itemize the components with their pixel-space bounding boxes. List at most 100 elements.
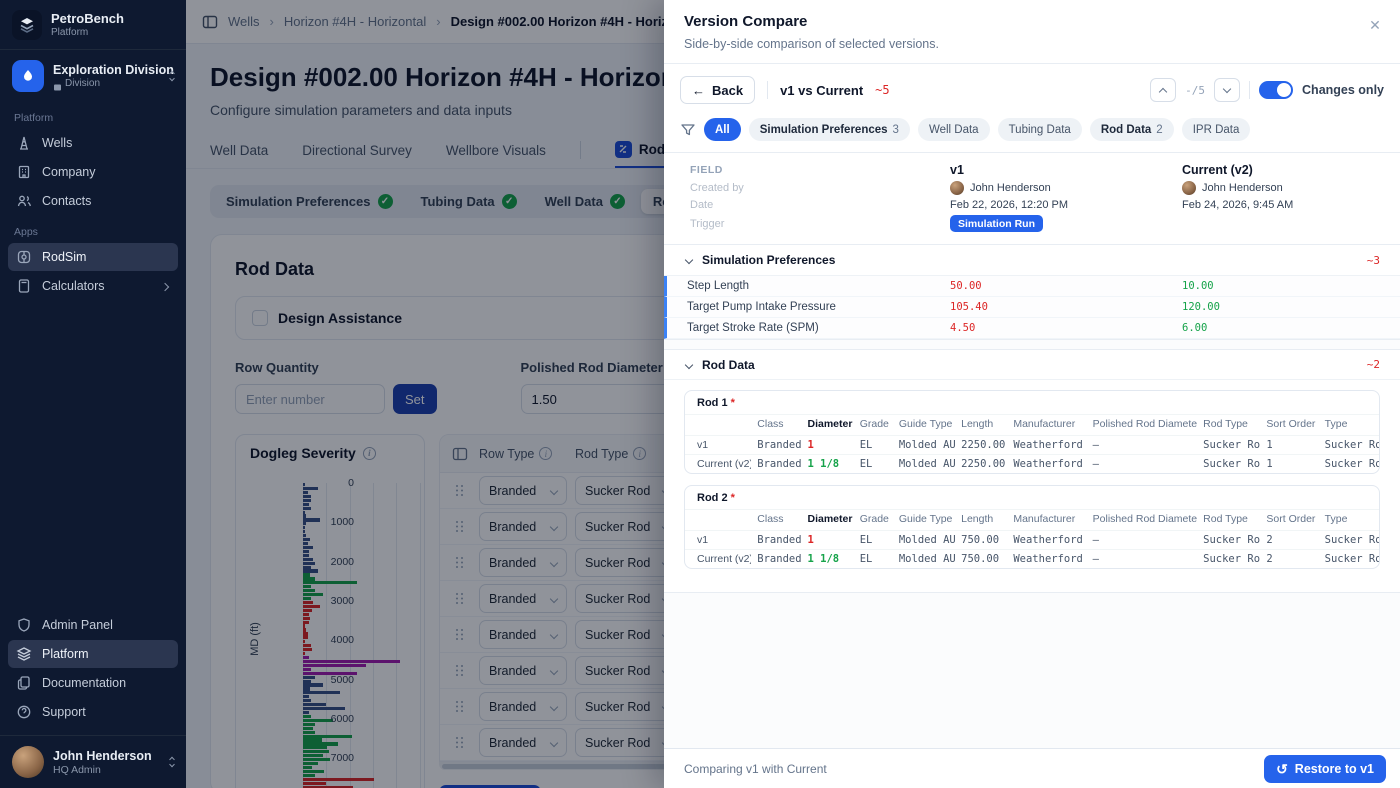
cell-value: 1: [801, 436, 853, 455]
org-name: Exploration Division: [53, 63, 174, 78]
cell-value: EL: [854, 455, 893, 474]
cell-value: Sucker Rod: [1197, 436, 1260, 455]
sidebar-item-company[interactable]: Company: [8, 158, 178, 186]
cell-value: 1 1/8: [801, 455, 853, 474]
sidebar-item-calculators[interactable]: Calculators: [8, 272, 178, 300]
sidebar-item-contacts[interactable]: Contacts: [8, 187, 178, 215]
cell-value: –: [1087, 436, 1197, 455]
cell-value: 750.00: [955, 550, 1007, 569]
rod-data-section: Rod Data ~2 Rod 1 *ClassDiameterGradeGui…: [664, 349, 1400, 593]
cell-value: Sucker Rod: [1197, 550, 1260, 569]
sidebar-item-admin-panel[interactable]: Admin Panel: [8, 611, 178, 639]
filter-pill-rod-data[interactable]: Rod Data 2: [1090, 118, 1174, 141]
restore-button[interactable]: ↺ Restore to v1: [1264, 755, 1386, 783]
cell-value: Sucker Rod: [1319, 550, 1379, 569]
cell-value: Weatherford: [1007, 531, 1086, 550]
simulation-preferences-section: Simulation Preferences ~3 Step Length50.…: [664, 245, 1400, 340]
new-value: 120.00: [1182, 301, 1400, 313]
filter-pill-tubing-data[interactable]: Tubing Data: [998, 118, 1082, 141]
org-sub: Division: [53, 78, 174, 89]
sidebar-nav: PlatformWellsCompanyContactsAppsRodSimCa…: [0, 102, 186, 301]
cell-value: Sucker Rod: [1197, 455, 1260, 474]
versions-compared-label: v1 vs Current: [780, 83, 863, 98]
table-row: Current (v2)Branded1 1/8ELMolded AU750.0…: [685, 550, 1379, 569]
changes-only-toggle[interactable]: [1259, 81, 1293, 99]
org-chevron-updown-icon: [170, 72, 174, 81]
filter-pill-well-data[interactable]: Well Data: [918, 118, 990, 141]
avatar: [1182, 181, 1196, 195]
filter-pill-label: Well Data: [929, 124, 979, 136]
brand-sub: Platform: [51, 27, 124, 38]
cell-value: Weatherford: [1007, 436, 1086, 455]
panel-title: Version Compare: [684, 13, 1380, 30]
sidebar-item-platform[interactable]: Platform: [8, 640, 178, 668]
change-row: Target Stroke Rate (SPM)4.506.00: [664, 318, 1400, 339]
cell-value: Sucker Rod: [1319, 455, 1379, 474]
cell-value: Sucker Rod: [1319, 436, 1379, 455]
sidebar-item-documentation[interactable]: Documentation: [8, 669, 178, 697]
back-button[interactable]: ← Back: [680, 76, 755, 104]
cell-value: –: [1087, 550, 1197, 569]
meta-row-label: Trigger: [690, 218, 950, 230]
filter-pill-bar: All Simulation Preferences3 Well Data Tubin…: [664, 116, 1400, 153]
filter-pill-ipr-data[interactable]: IPR Data: [1182, 118, 1251, 141]
derrick-icon: [16, 135, 32, 151]
change-row: Step Length50.0010.00: [664, 276, 1400, 297]
panel-subtitle: Side-by-side comparison of selected vers…: [684, 37, 1380, 51]
v2-column-header: Current (v2): [1182, 163, 1400, 177]
column-header: Grade: [854, 510, 893, 531]
version-label: Current (v2): [685, 550, 751, 569]
column-header: Type: [1319, 415, 1379, 436]
field-column-header: FIELD: [690, 164, 950, 176]
rod-card-title: Rod 2 *: [685, 486, 1379, 509]
section-header[interactable]: Rod Data ~2: [664, 349, 1400, 380]
filter-pill-count: 3: [893, 124, 899, 136]
sidebar-item-label: Platform: [42, 647, 89, 661]
sidebar-item-label: Calculators: [42, 279, 105, 293]
column-header: Diameter: [801, 510, 853, 531]
user-menu[interactable]: John Henderson HQ Admin: [0, 735, 186, 788]
filter-pill-simulation-preferences[interactable]: Simulation Preferences3: [749, 118, 910, 141]
cell-value: 2250.00: [955, 455, 1007, 474]
required-asterisk: *: [731, 397, 735, 409]
cell-value: 1: [1260, 436, 1318, 455]
brand-name: PetroBench: [51, 12, 124, 27]
cell-value: Molded AU: [893, 531, 955, 550]
compare-toolbar: ← Back v1 vs Current ~5 -/5 Changes only: [664, 64, 1400, 116]
column-header: Type: [1319, 510, 1379, 531]
sidebar-item-rodsim[interactable]: RodSim: [8, 243, 178, 271]
shield-icon: [16, 617, 32, 633]
column-header: [685, 415, 751, 436]
column-header: Manufacturer: [1007, 415, 1086, 436]
arrow-left-icon: ←: [692, 83, 705, 98]
compare-sections: Simulation Preferences ~3 Step Length50.…: [664, 245, 1400, 748]
modal-dim-overlay[interactable]: [186, 0, 664, 788]
filter-pill-label: Rod Data: [1101, 124, 1151, 136]
brand: PetroBench Platform: [0, 0, 186, 50]
cell-value: Branded: [751, 550, 801, 569]
calculator-icon: [16, 278, 32, 294]
sidebar-item-wells[interactable]: Wells: [8, 129, 178, 157]
meta-row-value: Simulation Run: [950, 215, 1182, 232]
cell-value: Sucker Rod: [1319, 531, 1379, 550]
comparing-note: Comparing v1 with Current: [684, 762, 827, 776]
column-header: Rod Type: [1197, 415, 1260, 436]
table-row: v1Branded1ELMolded AU2250.00Weatherford–…: [685, 436, 1379, 455]
sidebar-item-support[interactable]: Support: [8, 698, 178, 726]
close-icon[interactable]: ✕: [1364, 14, 1386, 36]
filter-icon: [680, 122, 696, 138]
building-icon: [16, 164, 32, 180]
filter-pill-label: All: [715, 124, 730, 136]
prev-change-button[interactable]: [1150, 78, 1176, 102]
filter-pill-all[interactable]: All: [704, 118, 741, 141]
section-header[interactable]: Simulation Preferences ~3: [664, 245, 1400, 276]
next-change-button[interactable]: [1214, 78, 1240, 102]
petrobench-logo-icon: [12, 10, 42, 40]
org-switcher[interactable]: Exploration Division Division: [0, 50, 186, 102]
cell-value: EL: [854, 531, 893, 550]
chevron-right-icon: [162, 279, 168, 293]
user-name: John Henderson: [53, 749, 152, 764]
people-icon: [16, 193, 32, 209]
filter-pill-count: 2: [1156, 124, 1162, 136]
new-value: 6.00: [1182, 322, 1400, 334]
